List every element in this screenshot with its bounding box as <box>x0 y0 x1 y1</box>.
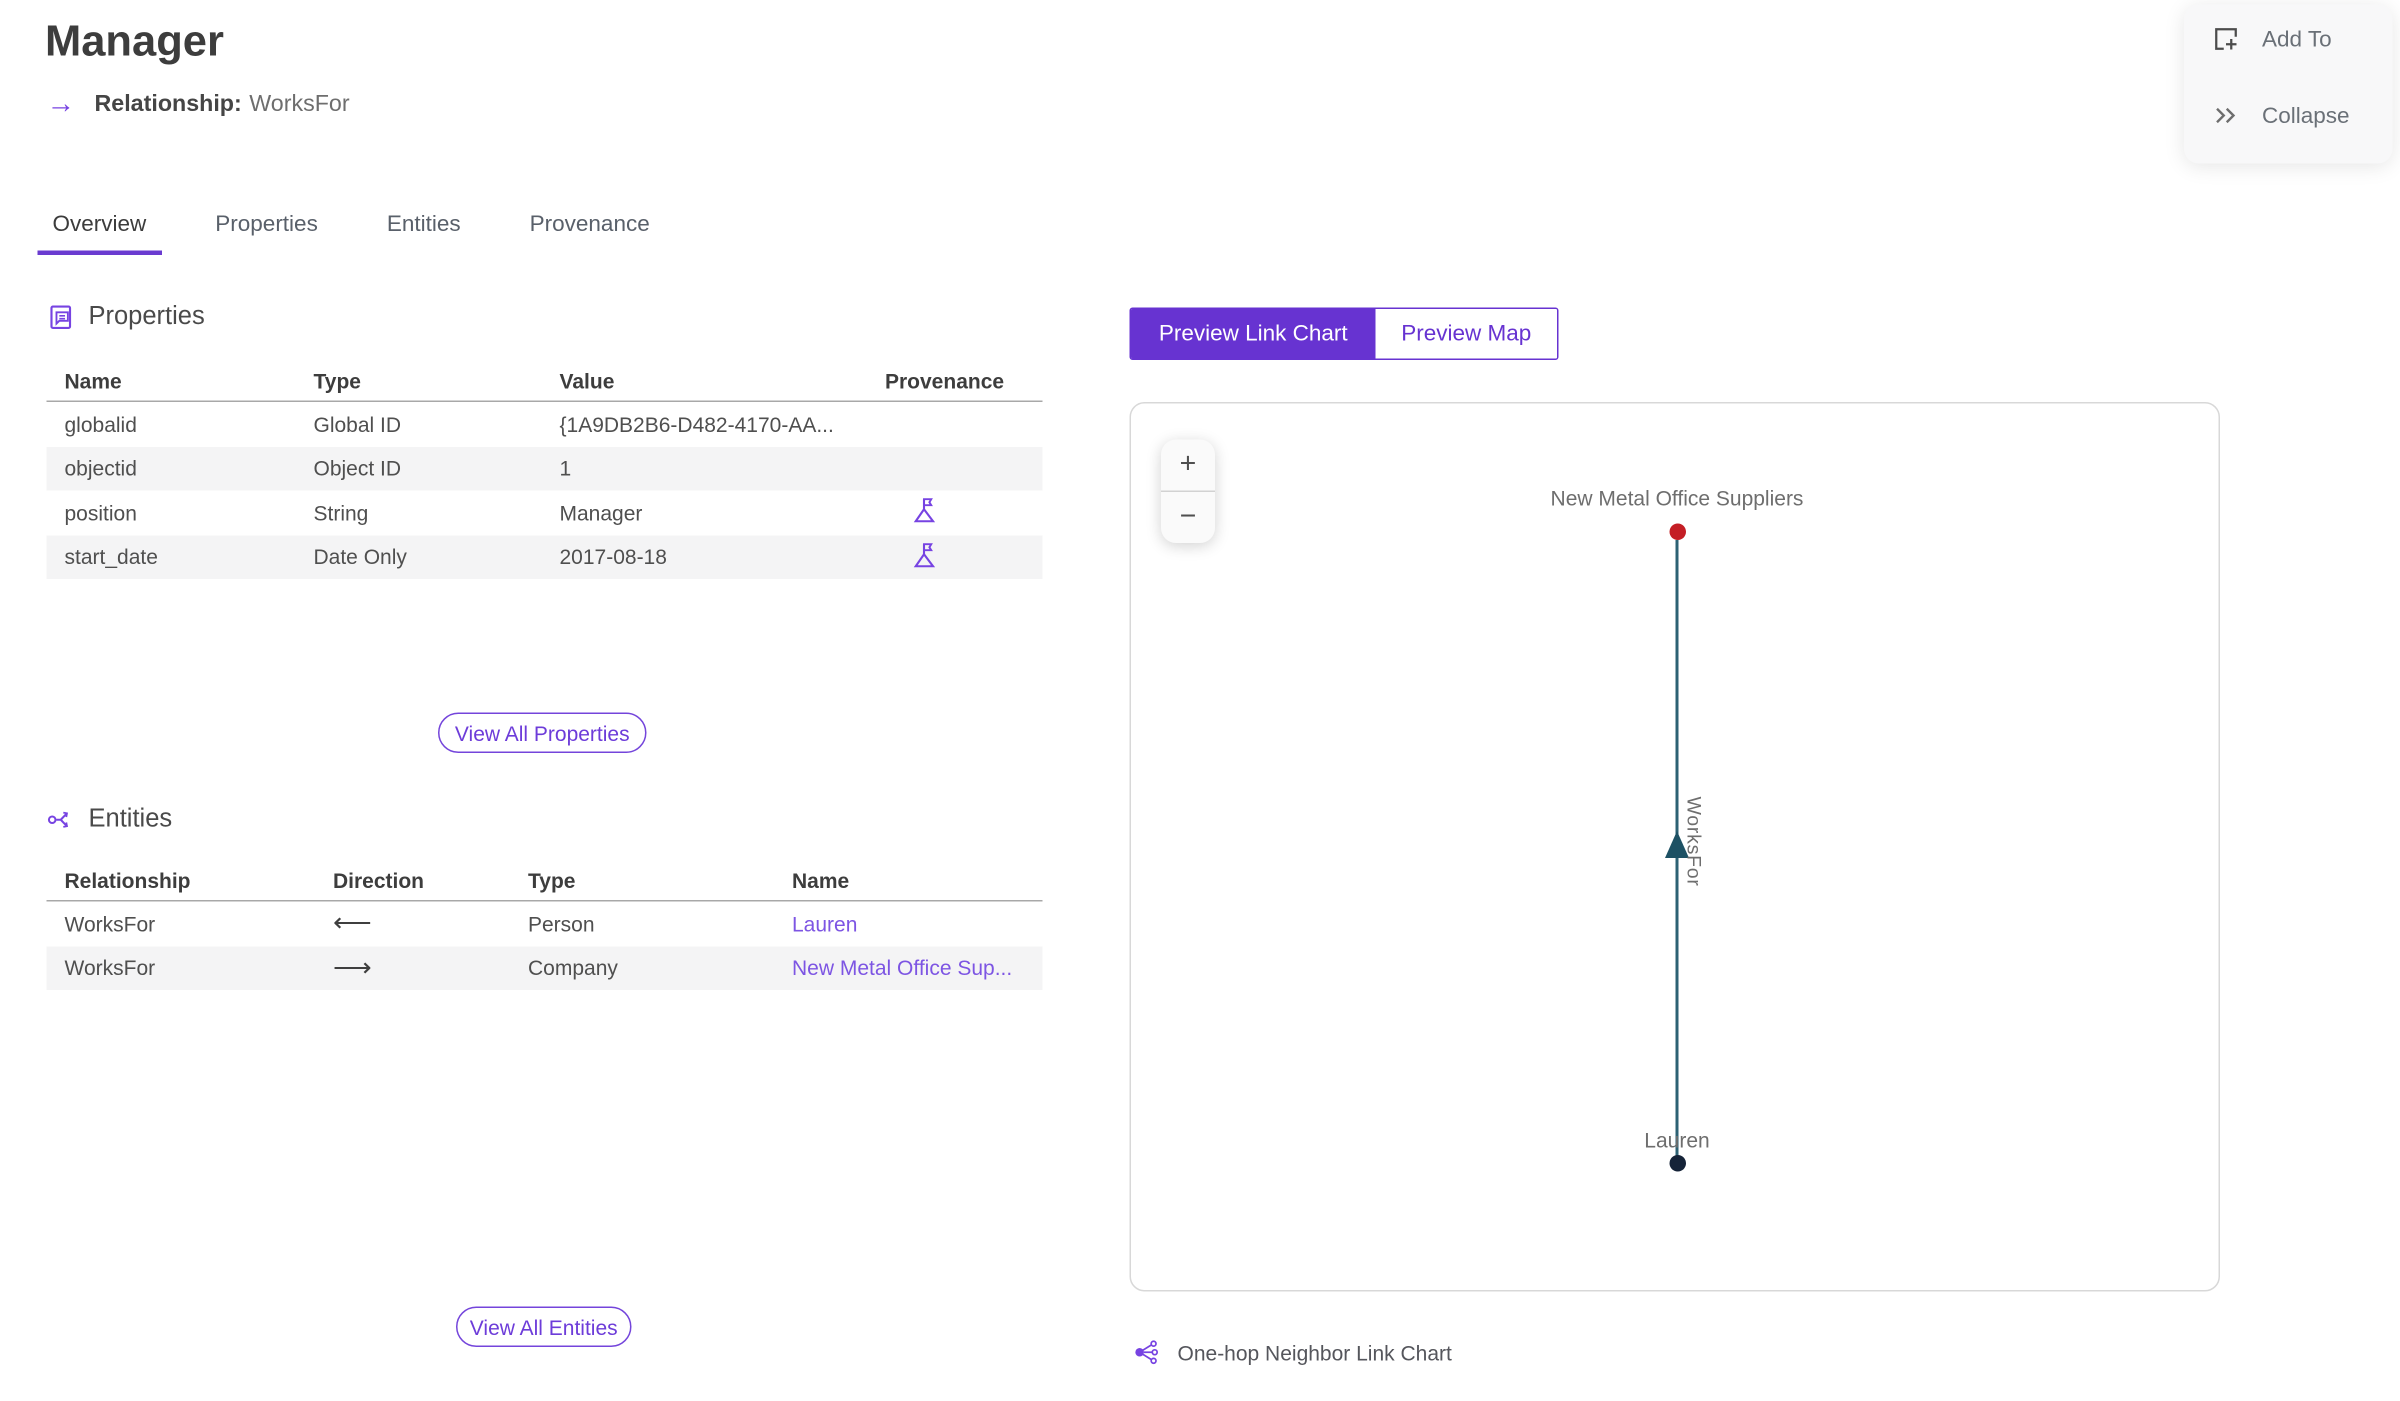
entity-detail-page: Manager → Relationship: WorksFor Add To C… <box>0 0 2400 1401</box>
properties-table: Name Type Value Provenance globalid Glob… <box>46 360 1043 579</box>
prop-name: globalid <box>64 412 137 437</box>
col-type: Type <box>528 867 576 892</box>
edge-label: WorksFor <box>1683 796 1706 887</box>
prop-value: 1 <box>559 456 572 481</box>
tab-properties[interactable]: Properties <box>200 212 333 256</box>
node-label: Lauren <box>1644 1128 1710 1152</box>
prop-value: {1A9DB2B6-D482-4170-AA... <box>559 412 834 437</box>
col-relationship: Relationship <box>64 867 191 892</box>
entities-table-header: Relationship Direction Type Name <box>46 860 1043 902</box>
one-hop-hub-icon <box>1133 1338 1162 1367</box>
add-to-label: Add To <box>2262 26 2332 52</box>
provenance-flag-icon[interactable] <box>909 540 939 570</box>
relationship-label: Relationship: <box>94 90 242 117</box>
link-chart-canvas[interactable]: + − WorksFor New Metal Office Suppliers … <box>1129 402 2220 1292</box>
col-name: Name <box>64 368 122 393</box>
zoom-out-button[interactable]: − <box>1161 492 1215 543</box>
actions-card: Add To Collapse <box>2184 4 2393 164</box>
tab-entities[interactable]: Entities <box>372 212 476 256</box>
zoom-control: + − <box>1161 439 1215 543</box>
detail-tabs: Overview Properties Entities Provenance <box>37 212 665 256</box>
chevrons-right-icon <box>2211 101 2241 131</box>
table-row: objectid Object ID 1 <box>46 446 1043 491</box>
table-row: globalid Global ID {1A9DB2B6-D482-4170-A… <box>47 402 1043 446</box>
direction-arrow-right-icon: ⟶ <box>333 952 372 983</box>
page-title: Manager <box>45 18 224 66</box>
prop-value: Manager <box>559 500 643 525</box>
preview-toggle: Preview Link Chart Preview Map <box>1129 307 1559 360</box>
chart-caption: One-hop Neighbor Link Chart <box>1133 1338 1452 1367</box>
entity-relationship: WorksFor <box>64 911 156 936</box>
zoom-in-button[interactable]: + <box>1161 440 1215 492</box>
node-label: New Metal Office Suppliers <box>1550 486 1804 510</box>
tab-provenance[interactable]: Provenance <box>515 212 665 256</box>
col-type: Type <box>313 368 361 393</box>
entities-section-heading: Entities <box>47 804 173 834</box>
prop-name: position <box>64 500 137 525</box>
properties-section-title: Properties <box>88 301 205 331</box>
prop-value: 2017-08-18 <box>559 544 667 569</box>
table-row: start_date Date Only 2017-08-18 <box>46 534 1043 579</box>
node-person[interactable] <box>1668 1155 1686 1172</box>
provenance-flag-icon[interactable] <box>909 495 939 525</box>
col-value: Value <box>559 368 615 393</box>
prop-type: Global ID <box>313 412 402 437</box>
properties-icon <box>47 302 76 331</box>
entities-table: Relationship Direction Type Name WorksFo… <box>46 860 1043 990</box>
preview-map-button[interactable]: Preview Map <box>1375 309 1557 359</box>
chart-caption-label: One-hop Neighbor Link Chart <box>1177 1340 1452 1365</box>
entities-graph-icon <box>47 805 76 834</box>
node-company[interactable] <box>1668 522 1686 540</box>
prop-name: objectid <box>64 456 137 481</box>
add-to-icon <box>2211 24 2241 54</box>
entity-relationship: WorksFor <box>64 955 156 980</box>
table-row: WorksFor ⟶ Company New Metal Office Sup.… <box>46 945 1043 990</box>
relationship-arrow-icon: → <box>46 88 76 120</box>
direction-arrow-left-icon: ⟵ <box>333 907 372 938</box>
prop-type: Object ID <box>313 456 402 481</box>
col-name: Name <box>792 867 850 892</box>
prop-type: Date Only <box>313 544 407 569</box>
table-row: WorksFor ⟵ Person Lauren <box>47 902 1043 946</box>
collapse-label: Collapse <box>2262 102 2350 129</box>
add-to-button[interactable]: Add To <box>2211 24 2332 54</box>
entity-link[interactable]: Lauren <box>792 912 857 936</box>
table-row: position String Manager <box>47 491 1043 535</box>
relationship-subtitle: → Relationship: WorksFor <box>47 90 350 119</box>
preview-link-chart-button[interactable]: Preview Link Chart <box>1131 309 1376 359</box>
col-provenance: Provenance <box>885 368 1005 393</box>
col-direction: Direction <box>333 867 425 892</box>
view-all-properties-button[interactable]: View All Properties <box>438 712 647 753</box>
collapse-button[interactable]: Collapse <box>2211 101 2350 131</box>
relationship-value: WorksFor <box>249 90 350 117</box>
entities-section-title: Entities <box>88 804 173 833</box>
properties-table-header: Name Type Value Provenance <box>46 360 1043 402</box>
view-all-entities-button[interactable]: View All Entities <box>456 1306 632 1347</box>
prop-name: start_date <box>64 544 158 569</box>
properties-section-heading: Properties <box>47 302 205 332</box>
prop-type: String <box>313 500 369 525</box>
entity-type: Person <box>528 911 595 936</box>
entity-type: Company <box>528 955 618 980</box>
entity-link[interactable]: New Metal Office Sup... <box>792 956 1012 980</box>
tab-overview[interactable]: Overview <box>37 212 162 255</box>
